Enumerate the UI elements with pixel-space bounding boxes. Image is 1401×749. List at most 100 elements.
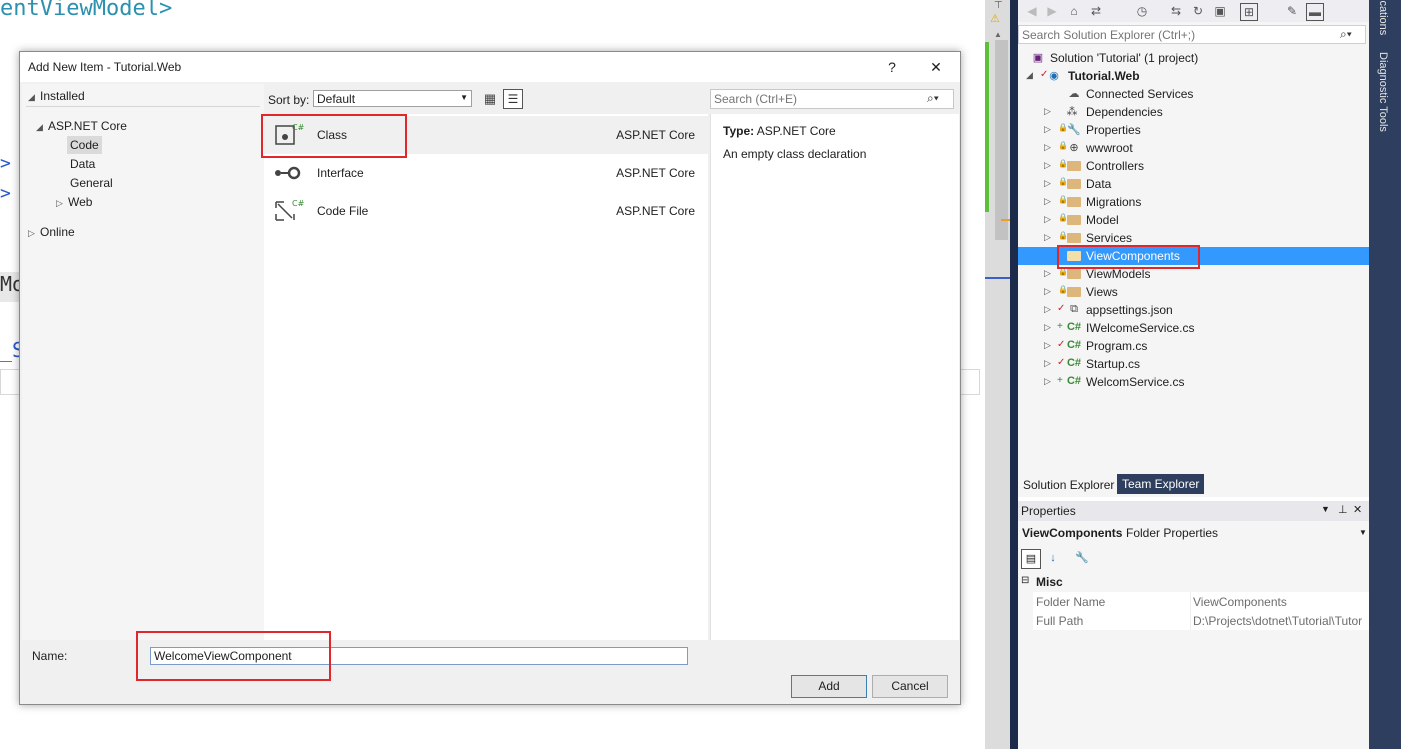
tree-aspnet-core[interactable]: ◢ ASP.NET Core <box>36 119 127 133</box>
caret-marker <box>985 277 1010 279</box>
tree-web[interactable]: ▷ Web <box>56 195 92 209</box>
tree-project[interactable]: ◢ ✓ ◉ Tutorial.Web <box>1018 67 1369 85</box>
close-icon[interactable]: ✕ <box>1353 503 1362 516</box>
added-icon: + <box>1057 321 1063 332</box>
property-name: Folder Name <box>1036 595 1106 609</box>
properties-title: Properties <box>1021 504 1076 518</box>
tree-general[interactable]: General <box>70 176 113 190</box>
tree-label: Services <box>1086 231 1133 245</box>
tree-label: ViewComponents <box>1086 249 1180 263</box>
scroll-thumb[interactable] <box>995 40 1008 240</box>
sort-by-select[interactable]: Default ▼ <box>313 90 472 107</box>
tree-item-services[interactable]: ▷ 🔒 Services <box>1018 229 1369 247</box>
collapse-icon: ⊟ <box>1021 575 1030 586</box>
dropdown-icon[interactable]: ▼ <box>1321 504 1330 514</box>
tree-item-migrations[interactable]: ▷ 🔒 Migrations <box>1018 193 1369 211</box>
list-view-icon[interactable]: ☰ <box>503 89 523 109</box>
class-icon: C# <box>275 123 304 145</box>
categorized-icon[interactable]: ▤ <box>1021 549 1041 569</box>
tree-item-appsettings[interactable]: ▷ ✓ ⧉ appsettings.json <box>1018 301 1369 319</box>
tab-team-explorer[interactable]: Team Explorer <box>1117 474 1205 494</box>
tree-installed[interactable]: ◢ Installed <box>28 89 85 103</box>
property-row[interactable]: Folder Name ViewComponents <box>1033 592 1369 612</box>
category-misc[interactable]: ⊟ Misc <box>1018 573 1369 591</box>
side-tab-notifications[interactable]: ications <box>1377 0 1389 35</box>
add-button[interactable]: Add <box>791 675 867 698</box>
tree-item-dependencies[interactable]: ▷ ⁂ Dependencies <box>1018 103 1369 121</box>
cancel-button[interactable]: Cancel <box>872 675 948 698</box>
history-icon[interactable]: ◷ <box>1134 3 1150 19</box>
folder-icon <box>1066 231 1082 245</box>
template-details: Type: ASP.NET Core An empty class declar… <box>710 114 959 640</box>
tree-item-welcomservice[interactable]: ▷ + C# WelcomService.cs <box>1018 373 1369 391</box>
tree-solution[interactable]: ▣ Solution 'Tutorial' (1 project) <box>1018 49 1369 67</box>
code-line: > <box>0 153 11 174</box>
side-tab-diagnostic-tools[interactable]: Diagnostic Tools <box>1377 52 1389 132</box>
pin-icon[interactable]: ⊥ <box>1338 503 1348 516</box>
search-icon[interactable]: ⌕▾ <box>927 91 939 106</box>
tree-label: Startup.cs <box>1086 357 1141 371</box>
property-row[interactable]: Full Path D:\Projects\dotnet\Tutorial\Tu… <box>1033 611 1369 630</box>
editor-scrollbar[interactable]: ⊤ ⚠ ▲ <box>985 0 1010 749</box>
grid-view-icon[interactable]: ▦ <box>481 90 499 108</box>
close-button[interactable]: ✕ <box>924 56 948 78</box>
tree-item-viewcomponents[interactable]: ViewComponents <box>1018 247 1369 265</box>
property-pages-icon[interactable]: 🔧 <box>1073 549 1091 567</box>
tree-item-data[interactable]: ▷ 🔒 Data <box>1018 175 1369 193</box>
pending-changes-icon[interactable]: ⇆ <box>1168 3 1184 19</box>
tree-item-controllers[interactable]: ▷ 🔒 Controllers <box>1018 157 1369 175</box>
collapsed-icon: ▷ <box>28 228 35 238</box>
tree-code[interactable]: Code <box>67 136 102 154</box>
tree-item-model[interactable]: ▷ 🔒 Model <box>1018 211 1369 229</box>
forward-icon[interactable]: ▶ <box>1044 3 1060 19</box>
collapse-all-icon[interactable]: ▣ <box>1212 3 1228 19</box>
template-item-interface[interactable]: Interface ASP.NET Core <box>264 154 708 192</box>
home-icon[interactable]: ⌂ <box>1066 3 1082 19</box>
properties-wrench-icon[interactable]: ✎ <box>1284 3 1300 19</box>
sort-by-value: Default <box>317 92 356 106</box>
template-name: Class <box>317 128 348 142</box>
folder-icon <box>1066 285 1082 299</box>
tree-data[interactable]: Data <box>70 157 95 171</box>
alphabetical-icon[interactable]: ↓ <box>1044 549 1062 567</box>
dependencies-icon: ⁂ <box>1066 106 1078 118</box>
refresh-icon[interactable]: ↻ <box>1190 3 1206 19</box>
preview-icon[interactable]: ▬ <box>1306 3 1324 21</box>
tree-item-connected-services[interactable]: ☁ Connected Services <box>1018 85 1369 103</box>
tree-item-startup[interactable]: ▷ ✓ C# Startup.cs <box>1018 355 1369 373</box>
template-item-class[interactable]: C# Class ASP.NET Core <box>264 116 708 154</box>
tree-item-program[interactable]: ▷ ✓ C# Program.cs <box>1018 337 1369 355</box>
scroll-arrow-icon[interactable]: ▲ <box>994 30 1002 39</box>
tab-solution-explorer[interactable]: Solution Explorer <box>1018 475 1120 495</box>
tree-label: Code <box>70 138 99 152</box>
change-margin <box>985 42 989 212</box>
checked-in-icon: ✓ <box>1057 357 1066 368</box>
tree-item-views[interactable]: ▷ 🔒 Views <box>1018 283 1369 301</box>
solution-search-input[interactable] <box>1018 25 1366 44</box>
tree-item-iwelcomeservice[interactable]: ▷ + C# IWelcomeService.cs <box>1018 319 1369 337</box>
splitter[interactable] <box>1010 0 1018 749</box>
explorer-tab-strip: Solution Explorer Team Explorer <box>1018 473 1369 497</box>
back-icon[interactable]: ◀ <box>1024 3 1040 19</box>
help-button[interactable]: ? <box>880 56 904 78</box>
property-name: Full Path <box>1036 614 1084 628</box>
scroll-up-icon[interactable]: ⊤ <box>994 0 1004 11</box>
csharp-file-icon: C# <box>1066 357 1082 369</box>
tree-item-wwwroot[interactable]: ▷ 🔒 ⊕ wwwroot <box>1018 139 1369 157</box>
tree-label: Online <box>40 225 75 239</box>
collapsed-icon: ▷ <box>1044 340 1051 350</box>
divider <box>26 106 260 107</box>
show-all-files-icon[interactable]: ⊞ <box>1240 3 1258 21</box>
tree-online[interactable]: ▷ Online <box>28 225 75 239</box>
object-selector[interactable]: ViewComponents Folder Properties ▼ <box>1018 524 1369 543</box>
search-icon[interactable]: ⌕▾ <box>1340 27 1352 42</box>
name-input[interactable] <box>150 647 688 665</box>
template-item-code-file[interactable]: C# Code File ASP.NET Core <box>264 192 708 230</box>
tree-item-properties[interactable]: ▷ 🔒 🔧 Properties <box>1018 121 1369 139</box>
tree-label: General <box>70 176 113 190</box>
template-search-input[interactable] <box>710 89 954 109</box>
sync-icon[interactable]: ⇄ <box>1088 3 1104 19</box>
collapsed-icon: ▷ <box>1044 232 1051 242</box>
tree-item-viewmodels[interactable]: ▷ 🔒 ViewModels <box>1018 265 1369 283</box>
template-description: An empty class declaration <box>723 147 867 161</box>
